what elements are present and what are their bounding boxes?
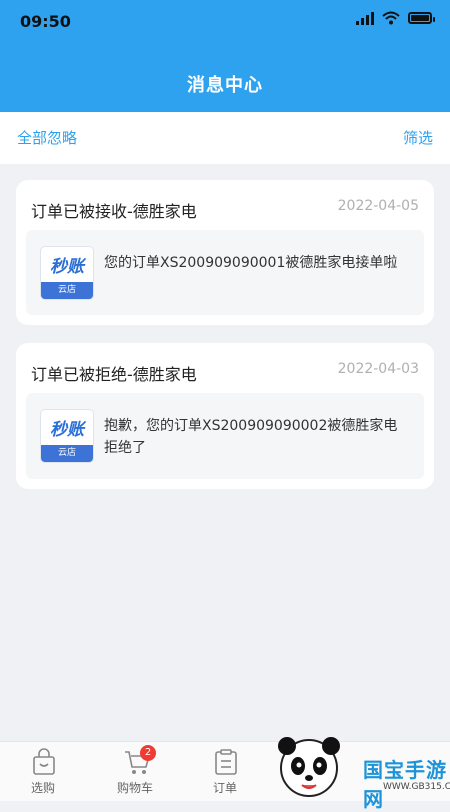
panda-icon xyxy=(278,737,340,797)
status-time: 09:50 xyxy=(20,12,71,31)
logo-main-text: 秒账 xyxy=(50,257,84,277)
clipboard-icon xyxy=(215,749,237,775)
message-text: 抱歉，您的订单XS200909090002被德胜家电拒绝了 xyxy=(104,418,398,456)
site-watermark: 国宝手游网 WWW.GB315.COM xyxy=(255,730,450,811)
watermark-url: WWW.GB315.COM xyxy=(383,782,450,792)
app-header: 09:50 消息中心 xyxy=(0,0,450,112)
cart-badge: 2 xyxy=(140,745,156,761)
tab-shop[interactable]: 选购 xyxy=(3,742,83,801)
action-bar: 全部忽略 筛选 xyxy=(0,112,450,164)
message-body: 秒账 云店 您的订单XS200909090001被德胜家电接单啦 xyxy=(26,230,424,315)
battery-icon xyxy=(408,12,435,24)
message-title: 订单已被拒绝-德胜家电 xyxy=(31,365,197,384)
filter-button[interactable]: 筛选 xyxy=(403,127,433,148)
logo-sub-text: 云店 xyxy=(41,445,93,462)
message-date: 2022-04-05 xyxy=(337,198,419,214)
message-card[interactable]: 订单已被接收-德胜家电 2022-04-05 秒账 云店 您的订单XS20090… xyxy=(16,180,434,325)
shopping-bag-icon xyxy=(33,748,55,775)
tab-orders[interactable]: 订单 xyxy=(185,742,265,801)
tab-label: 选购 xyxy=(30,781,55,795)
message-text: 您的订单XS200909090001被德胜家电接单啦 xyxy=(104,255,398,271)
tab-label: 购物车 xyxy=(116,781,153,795)
page-title: 消息中心 xyxy=(187,75,263,96)
message-card[interactable]: 订单已被拒绝-德胜家电 2022-04-03 秒账 云店 抱歉，您的订单XS20… xyxy=(16,343,434,489)
ignore-all-button[interactable]: 全部忽略 xyxy=(17,127,77,148)
message-body: 秒账 云店 抱歉，您的订单XS200909090002被德胜家电拒绝了 xyxy=(26,393,424,479)
logo-sub-text: 云店 xyxy=(41,282,93,299)
tab-cart[interactable]: 2 购物车 xyxy=(95,742,175,801)
message-title: 订单已被接收-德胜家电 xyxy=(31,202,197,221)
miaozhang-logo: 秒账 云店 xyxy=(40,246,94,300)
message-date: 2022-04-03 xyxy=(337,361,419,377)
logo-main-text: 秒账 xyxy=(50,420,84,440)
status-icons xyxy=(356,11,435,25)
signal-icon xyxy=(356,11,374,25)
tab-label: 订单 xyxy=(212,781,237,795)
miaozhang-logo: 秒账 云店 xyxy=(40,409,94,463)
wifi-icon xyxy=(382,11,400,25)
